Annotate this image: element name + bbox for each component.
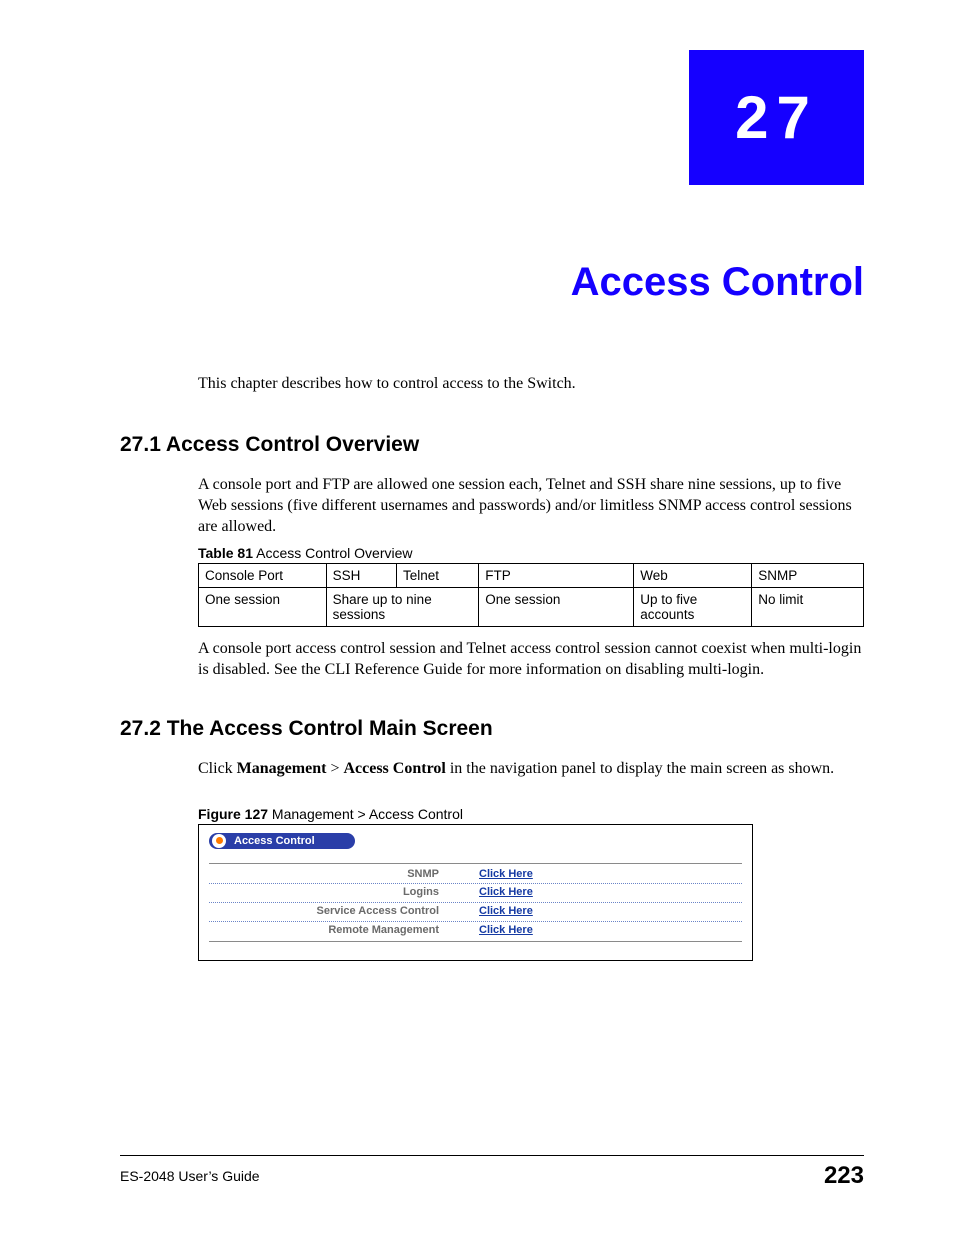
section-1-heading: 27.1 Access Control Overview <box>120 433 864 457</box>
link-logins[interactable]: Click Here <box>479 884 533 902</box>
list-item: Remote Management Click Here <box>209 922 742 940</box>
td-ftp: One session <box>479 588 634 627</box>
list-item: Service Access Control Click Here <box>209 903 742 922</box>
nav-access-control: Access Control <box>343 760 445 777</box>
table-header-row: Console Port SSH Telnet FTP Web SNMP <box>199 564 864 588</box>
chapter-tab: 27 <box>689 50 864 185</box>
page-number: 223 <box>824 1162 864 1190</box>
link-remote-management[interactable]: Click Here <box>479 922 533 940</box>
footer-guide-title: ES-2048 User’s Guide <box>120 1168 260 1184</box>
td-web: Up to five accounts <box>634 588 752 627</box>
access-control-list: SNMP Click Here Logins Click Here Servic… <box>209 863 742 942</box>
figure-caption-label: Figure 127 <box>198 806 268 822</box>
access-control-pill: Access Control <box>209 833 355 849</box>
section-2-body: Click Management > Access Control in the… <box>198 759 864 780</box>
td-snmp: No limit <box>752 588 864 627</box>
row-label-service-access-control: Service Access Control <box>209 903 479 921</box>
list-item: SNMP Click Here <box>209 866 742 885</box>
body-post: in the navigation panel to display the m… <box>446 760 834 777</box>
figure-127: Access Control SNMP Click Here Logins Cl… <box>198 824 753 961</box>
td-ssh-telnet: Share up to nine sessions <box>326 588 479 627</box>
pill-dot-icon <box>212 834 226 848</box>
body-pre: Click <box>198 760 237 777</box>
pill-label: Access Control <box>234 835 315 847</box>
intro-text: This chapter describes how to control ac… <box>198 375 864 393</box>
page-footer: ES-2048 User’s Guide 223 <box>120 1155 864 1190</box>
th-web: Web <box>634 564 752 588</box>
row-label-remote-management: Remote Management <box>209 922 479 940</box>
row-label-logins: Logins <box>209 884 479 902</box>
chapter-number: 27 <box>735 83 818 152</box>
figure-127-caption: Figure 127 Management > Access Control <box>198 806 864 822</box>
table-81: Console Port SSH Telnet FTP Web SNMP One… <box>198 563 864 627</box>
table-81-caption: Table 81 Access Control Overview <box>198 545 864 561</box>
table-row: One session Share up to nine sessions On… <box>199 588 864 627</box>
figure-caption-title: Management > Access Control <box>268 806 463 822</box>
th-console: Console Port <box>199 564 327 588</box>
td-console: One session <box>199 588 327 627</box>
th-snmp: SNMP <box>752 564 864 588</box>
th-ftp: FTP <box>479 564 634 588</box>
section-1-body-2: A console port access control session an… <box>198 639 864 681</box>
nav-management: Management <box>237 760 327 777</box>
table-caption-label: Table 81 <box>198 545 253 561</box>
nav-sep: > <box>326 760 343 777</box>
row-label-snmp: SNMP <box>209 866 479 884</box>
th-ssh: SSH <box>326 564 396 588</box>
link-service-access-control[interactable]: Click Here <box>479 903 533 921</box>
section-2-heading: 27.2 The Access Control Main Screen <box>120 717 864 741</box>
list-item: Logins Click Here <box>209 884 742 903</box>
link-snmp[interactable]: Click Here <box>479 866 533 884</box>
section-1-body-1: A console port and FTP are allowed one s… <box>198 475 864 537</box>
table-caption-title: Access Control Overview <box>253 545 413 561</box>
chapter-title: Access Control <box>120 260 864 305</box>
th-telnet: Telnet <box>397 564 479 588</box>
